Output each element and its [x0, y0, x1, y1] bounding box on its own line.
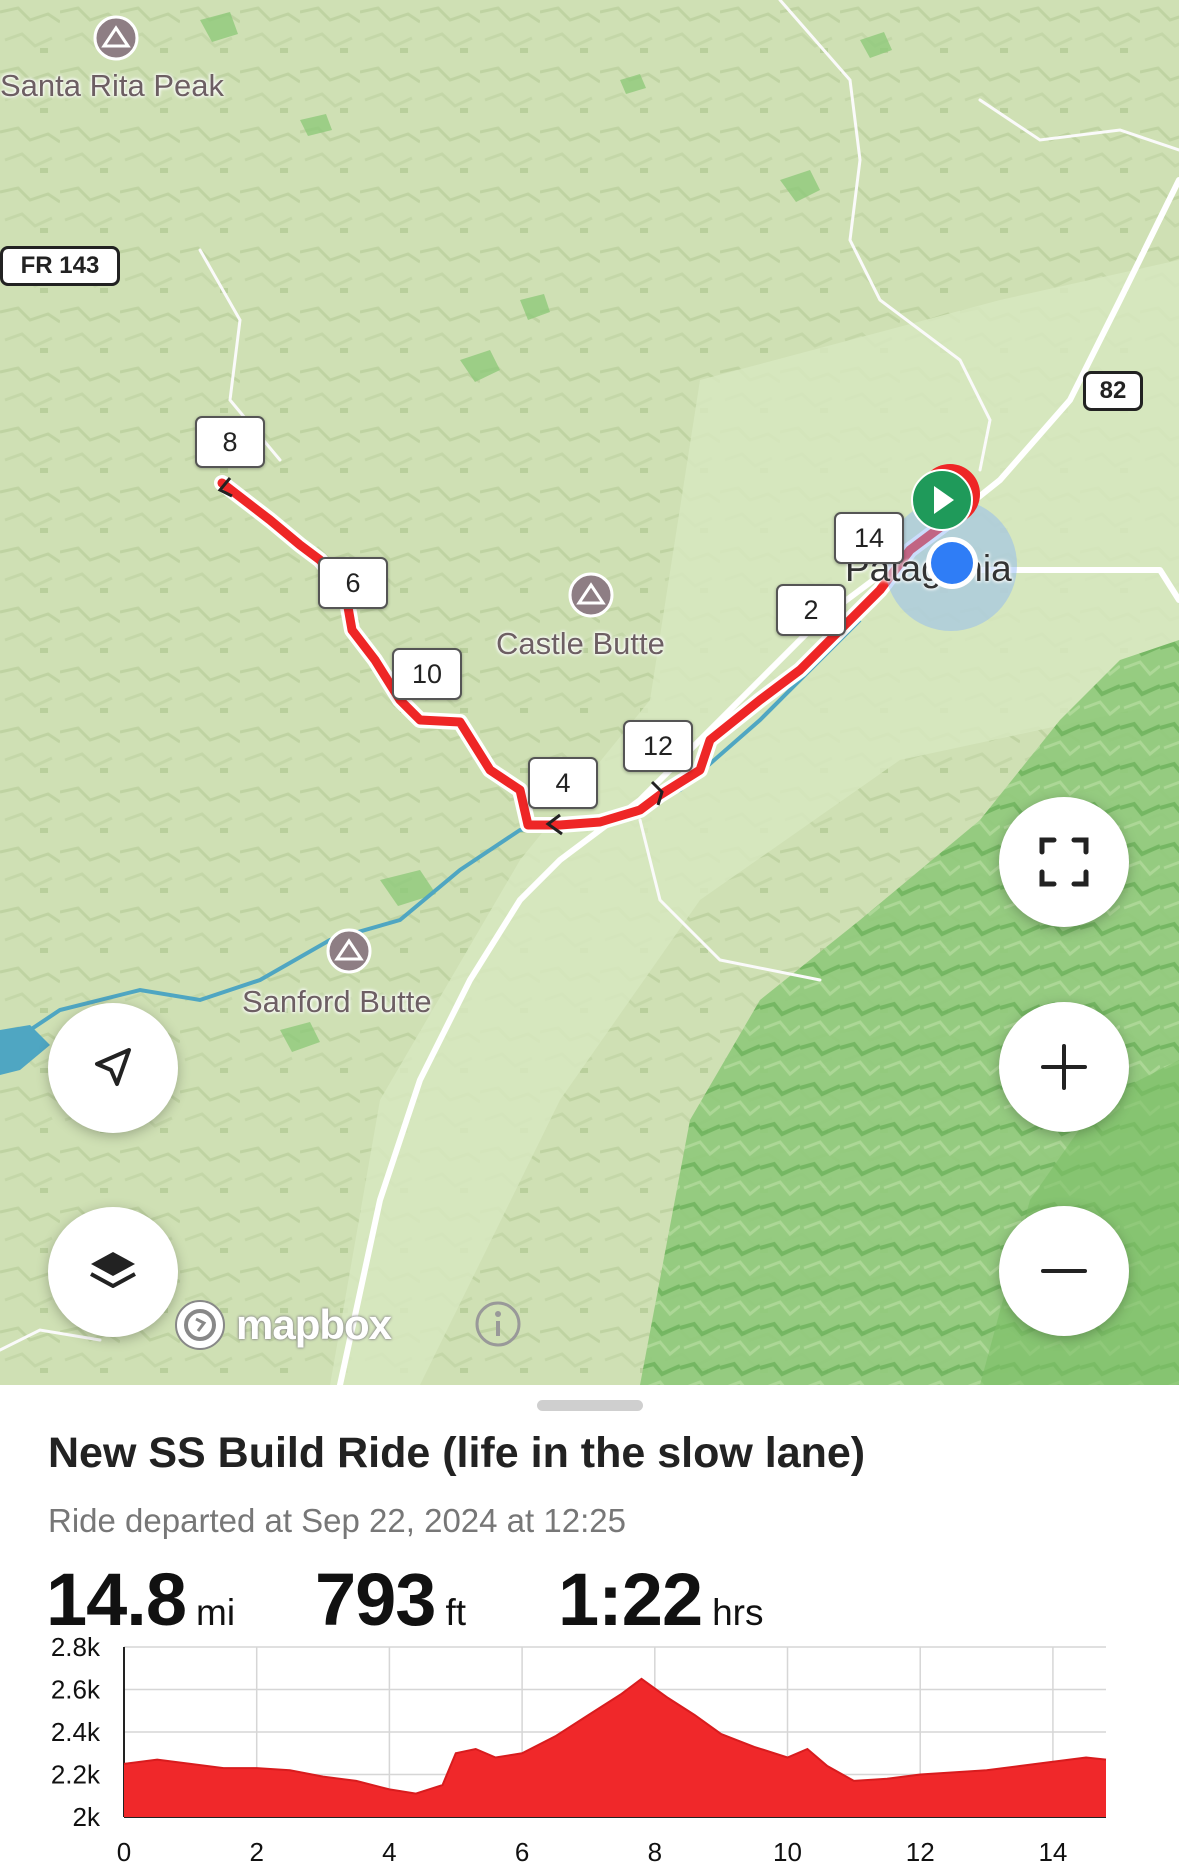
- duration-stat: 1:22 hrs: [558, 1557, 764, 1642]
- mile-marker: 2: [776, 584, 846, 636]
- elevation-stat: 793 ft: [315, 1557, 466, 1642]
- peak-icon: [326, 928, 372, 974]
- place-label-santa-rita-peak: Santa Rita Peak: [0, 68, 225, 103]
- mile-marker: 14: [834, 512, 904, 564]
- ride-title: New SS Build Ride (life in the slow lane…: [48, 1429, 866, 1477]
- peak-icon: [568, 572, 614, 618]
- locate-button[interactable]: [48, 1003, 178, 1133]
- y-tick-label: 2.2k: [51, 1760, 101, 1790]
- x-tick-label: 2: [249, 1837, 263, 1867]
- place-label-castle-butte: Castle Butte: [496, 626, 665, 661]
- elevation-value: 793: [315, 1558, 436, 1641]
- road-shield-82: 82: [1083, 371, 1143, 411]
- chart-y-ticks: 2k 2.2k 2.4k 2.6k 2.8k: [51, 1635, 101, 1832]
- zoom-in-button[interactable]: [999, 1002, 1129, 1132]
- road-shield-fr143: FR 143: [0, 246, 120, 286]
- x-tick-label: 6: [515, 1837, 529, 1867]
- map-terrain: [0, 0, 1179, 1385]
- duration-unit: hrs: [712, 1592, 764, 1633]
- elevation-area: [124, 1678, 1106, 1817]
- minus-icon: [1041, 1269, 1087, 1273]
- mile-marker: 4: [528, 757, 598, 809]
- mile-marker: 12: [623, 720, 693, 772]
- y-tick-label: 2.8k: [51, 1635, 101, 1662]
- fullscreen-button[interactable]: [999, 797, 1129, 927]
- distance-stat: 14.8 mi: [46, 1557, 235, 1642]
- peak-icon: [93, 15, 139, 61]
- mapbox-logo-icon: [175, 1300, 225, 1350]
- chart-area: [123, 1677, 1107, 1817]
- duration-value: 1:22: [558, 1558, 703, 1641]
- ride-detail-sheet: New SS Build Ride (life in the slow lane…: [0, 1385, 1179, 1871]
- mapbox-logo[interactable]: mapbox: [172, 1297, 392, 1353]
- mile-marker: 8: [195, 416, 265, 468]
- distance-value: 14.8: [46, 1558, 187, 1641]
- locate-arrow-icon: [95, 1048, 131, 1086]
- y-tick-label: 2.4k: [51, 1717, 101, 1747]
- layers-icon: [90, 1252, 136, 1288]
- x-tick-label: 10: [773, 1837, 802, 1867]
- zoom-out-button[interactable]: [999, 1206, 1129, 1336]
- sheet-drag-handle[interactable]: [537, 1400, 643, 1411]
- fullscreen-icon: [1039, 837, 1089, 887]
- ride-departure: Ride departed at Sep 22, 2024 at 12:25: [48, 1502, 626, 1539]
- x-tick-label: 0: [117, 1837, 131, 1867]
- distance-unit: mi: [196, 1592, 236, 1633]
- x-tick-label: 12: [906, 1837, 935, 1867]
- elevation-unit: ft: [445, 1592, 467, 1633]
- x-tick-label: 4: [382, 1837, 396, 1867]
- place-label-sanford-butte: Sanford Butte: [242, 984, 432, 1019]
- end-pin-icon[interactable]: [908, 460, 982, 540]
- y-tick-label: 2k: [73, 1802, 101, 1832]
- x-tick-label: 8: [648, 1837, 662, 1867]
- mile-marker: 10: [392, 648, 462, 700]
- map-view[interactable]: Santa Rita Peak Castle Butte Sanford But…: [0, 0, 1179, 1385]
- plus-icon: [1041, 1044, 1087, 1090]
- chart-x-ticks: 0 2 4 6 8 10 12 14: [117, 1837, 1068, 1867]
- elevation-chart[interactable]: 2k 2.2k 2.4k 2.6k 2.8k 0 2 4 6 8 10 12 14: [0, 1635, 1179, 1871]
- mapbox-wordmark: mapbox: [236, 1301, 392, 1348]
- x-tick-label: 14: [1038, 1837, 1067, 1867]
- info-icon[interactable]: [474, 1300, 522, 1348]
- y-tick-label: 2.6k: [51, 1675, 101, 1705]
- current-location-dot: [926, 537, 978, 589]
- layers-button[interactable]: [48, 1207, 178, 1337]
- mile-marker: 6: [318, 557, 388, 609]
